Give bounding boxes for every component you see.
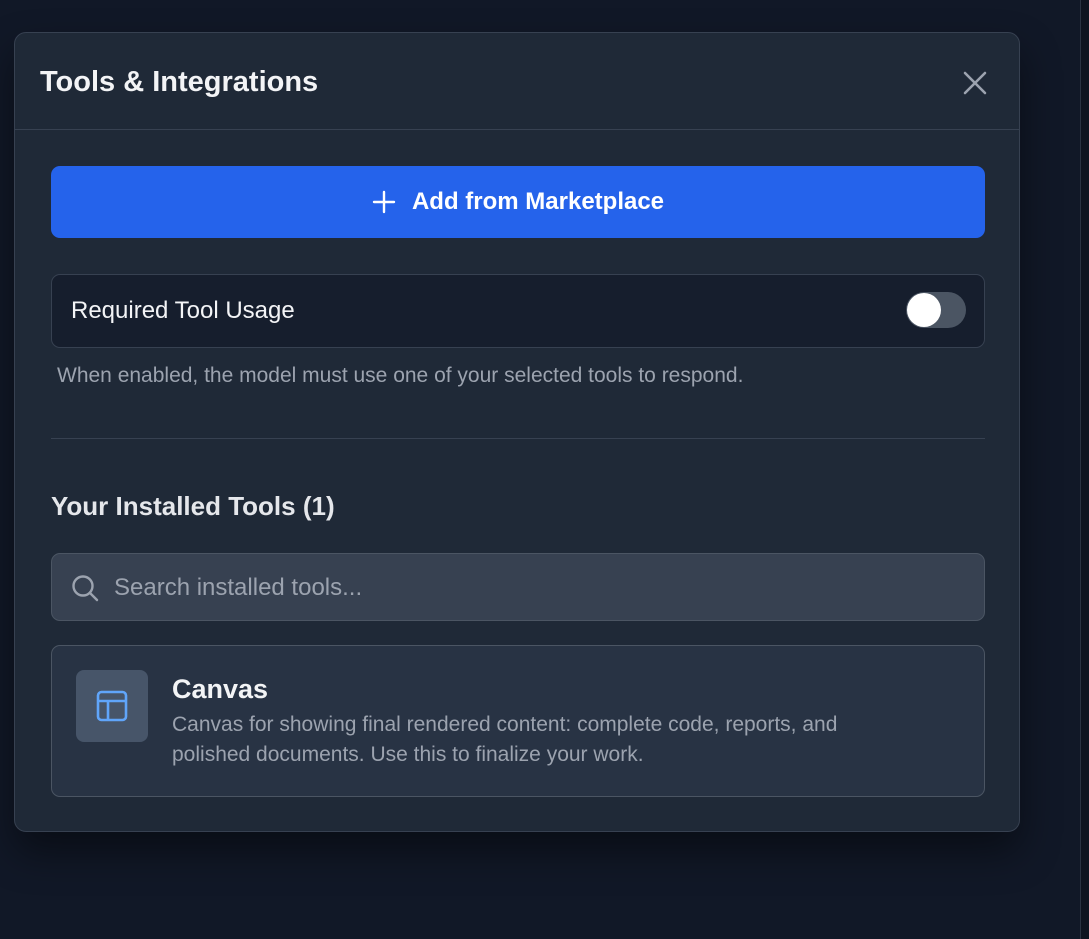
- close-button[interactable]: [961, 69, 989, 97]
- installed-tools-heading: Your Installed Tools (1): [51, 491, 335, 521]
- section-divider: [51, 438, 985, 439]
- dialog-title: Tools & Integrations: [40, 66, 319, 98]
- toggle-knob: [907, 293, 941, 327]
- tool-name: Canvas: [172, 674, 269, 704]
- search-input[interactable]: [112, 554, 976, 622]
- layout-panel-icon: [96, 690, 128, 722]
- tool-icon-container: [76, 670, 148, 742]
- close-icon: [963, 71, 987, 95]
- add-from-marketplace-button[interactable]: Add from Marketplace: [51, 166, 985, 238]
- tools-integrations-dialog: Tools & Integrations Add from Marketplac…: [14, 32, 1020, 832]
- installed-tools-search: [51, 553, 985, 622]
- required-tool-usage-help-text: When enabled, the model must use one of …: [57, 364, 744, 387]
- dialog-header: Tools & Integrations: [15, 33, 1019, 130]
- add-from-marketplace-label: Add from Marketplace: [411, 188, 665, 215]
- tool-card-canvas[interactable]: Canvas Canvas for showing final rendered…: [51, 645, 985, 797]
- window-edge: [1080, 0, 1089, 939]
- required-tool-usage-toggle[interactable]: [906, 292, 966, 328]
- tool-description: Canvas for showing final rendered conten…: [172, 713, 838, 766]
- required-tool-usage-label: Required Tool Usage: [71, 297, 295, 324]
- plus-icon: [372, 190, 396, 214]
- required-tool-usage-row: Required Tool Usage: [51, 274, 985, 348]
- search-icon: [72, 575, 99, 602]
